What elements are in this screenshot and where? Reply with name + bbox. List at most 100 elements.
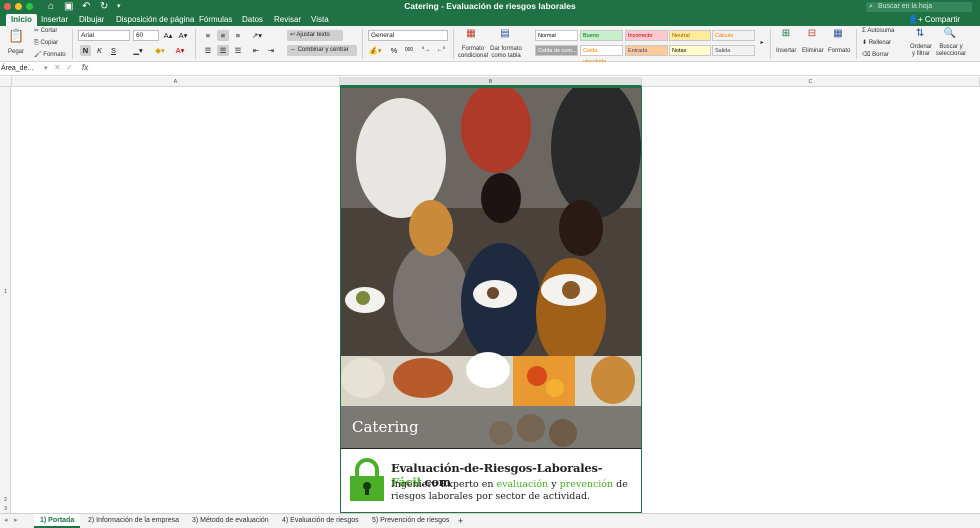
format-painter-button[interactable]: 🖌 Formato: [34, 51, 66, 59]
style-celda-vinculada[interactable]: Celda vinculada: [580, 45, 623, 65]
tab-vista[interactable]: Vista: [306, 14, 334, 26]
sheet-tab-evaluacion[interactable]: 4) Evaluación de riesgos: [276, 514, 365, 528]
orientation-icon[interactable]: ↗▾: [250, 30, 264, 41]
underline-button[interactable]: S: [108, 45, 119, 56]
insert-cells-icon[interactable]: ⊞: [778, 28, 794, 40]
style-bueno[interactable]: Bueno: [580, 30, 623, 41]
fill-button[interactable]: ⬇ Rellenar: [862, 39, 891, 47]
decrease-decimal-icon[interactable]: ←⁰: [435, 45, 447, 56]
format-label[interactable]: Formato: [828, 47, 850, 55]
row-header-3[interactable]: 3: [0, 506, 11, 512]
tab-insertar[interactable]: Insertar: [36, 14, 73, 26]
delete-label[interactable]: Eliminar: [802, 47, 824, 55]
currency-icon[interactable]: 💰▾: [368, 45, 382, 56]
find-select-icon[interactable]: 🔍: [942, 28, 958, 40]
style-celda-comprobacion[interactable]: Celda de com...: [535, 45, 578, 56]
sort-filter-icon[interactable]: ⇅: [912, 28, 928, 40]
title-bar: ⌂ ▣ ↶ ↻ ▾ Catering - Evaluación de riesg…: [0, 0, 980, 13]
brand-prefix: Evaluación-de-Riesgos-Laborales-: [391, 461, 603, 475]
column-header-a[interactable]: A: [12, 77, 340, 87]
style-entrada[interactable]: Entrada: [625, 45, 668, 56]
wrap-text-button[interactable]: ↩ Ajustar texto: [287, 30, 343, 41]
increase-decimal-icon[interactable]: ⁰→: [420, 45, 432, 56]
name-box-dropdown-icon[interactable]: ▾: [44, 64, 48, 72]
sheet-tab-portada[interactable]: 1) Portada: [34, 514, 81, 528]
copy-label: Copiar: [40, 40, 59, 46]
search-sheet-input[interactable]: ⌕ Buscar en la hoja: [866, 2, 972, 12]
decrease-font-icon[interactable]: A▾: [178, 30, 188, 41]
style-calculo[interactable]: Cálculo: [712, 30, 755, 41]
conditional-format-icon[interactable]: ▦: [463, 28, 479, 40]
cancel-entry-icon[interactable]: ✕: [54, 63, 61, 72]
conditional-format-label[interactable]: Formato condicional: [458, 46, 488, 60]
tab-dibujar[interactable]: Dibujar: [74, 14, 109, 26]
row-header-2[interactable]: 2: [0, 497, 11, 503]
style-neutral[interactable]: Neutral: [669, 30, 711, 41]
find-select-label[interactable]: Buscar y seleccionar: [935, 44, 967, 58]
paste-icon[interactable]: 📋: [8, 29, 24, 42]
format-as-table-label[interactable]: Dar formato como tabla: [490, 46, 522, 60]
align-center-icon[interactable]: ☰: [217, 45, 229, 56]
confirm-entry-icon[interactable]: ✓: [66, 63, 73, 72]
sort-filter-label[interactable]: Ordenar y filtrar: [908, 44, 934, 58]
sheet-tab-metodo[interactable]: 3) Método de evaluación: [186, 514, 275, 528]
align-top-icon[interactable]: ≡: [202, 30, 214, 41]
number-format-select[interactable]: General: [368, 30, 448, 41]
merge-center-button[interactable]: ⇔ Combinar y centrar: [287, 45, 357, 56]
paste-label[interactable]: Pegar: [8, 48, 24, 56]
thousands-button[interactable]: 000: [402, 45, 416, 56]
select-all-corner[interactable]: [0, 77, 12, 87]
next-sheet-icon[interactable]: ▸: [14, 514, 18, 528]
align-bottom-icon[interactable]: ≡: [232, 30, 244, 41]
formula-input[interactable]: [96, 63, 976, 74]
increase-font-icon[interactable]: A▴: [163, 30, 173, 41]
share-button[interactable]: 👤+ Compartir: [908, 13, 960, 26]
format-as-table-icon[interactable]: ▤: [497, 28, 513, 40]
cut-button[interactable]: ✂ Cortar: [34, 27, 57, 35]
font-color-icon[interactable]: A▾: [172, 45, 188, 56]
clear-button[interactable]: ⌫ Borrar: [862, 51, 889, 59]
delete-cells-icon[interactable]: ⊟: [804, 28, 820, 40]
row-header-1[interactable]: 1: [0, 289, 11, 295]
style-salida[interactable]: Salida: [712, 45, 755, 56]
style-incorrecto[interactable]: Incorrecto: [625, 30, 668, 41]
autosum-button[interactable]: Σ Autosuma: [862, 27, 894, 35]
font-name-select[interactable]: Arial: [78, 30, 130, 41]
styles-more-icon[interactable]: ▸: [758, 38, 766, 49]
insert-label[interactable]: Insertar: [776, 47, 796, 55]
align-right-icon[interactable]: ☰: [232, 45, 244, 56]
format-cells-icon[interactable]: ▦: [830, 28, 846, 40]
style-notas[interactable]: Notas: [669, 45, 711, 56]
align-middle-icon[interactable]: ≡: [217, 30, 229, 41]
bold-button[interactable]: N: [80, 45, 91, 56]
decrease-indent-icon[interactable]: ⇤: [250, 45, 262, 56]
tab-inicio[interactable]: Inicio: [6, 14, 37, 26]
sheet-tab-informacion[interactable]: 2) Información de la empresa: [82, 514, 185, 528]
scissors-icon: ✂: [34, 28, 41, 34]
tab-revisar[interactable]: Revisar: [269, 14, 306, 26]
font-size-select[interactable]: 60: [133, 30, 159, 41]
tab-datos[interactable]: Datos: [237, 14, 268, 26]
name-box[interactable]: Área_de...: [1, 64, 41, 74]
copy-button[interactable]: ⎘ Copiar: [34, 39, 58, 47]
tagline-keyword-prevencion: prevención: [559, 479, 614, 490]
insert-function-button[interactable]: fx: [82, 63, 88, 72]
fill-color-icon[interactable]: ◆▾: [152, 45, 168, 56]
cover-image[interactable]: Catering Evaluación-de-Riesgos-Laborales…: [340, 87, 642, 513]
sheet-tab-prevencion[interactable]: 5) Prevención de riesgos: [366, 514, 455, 528]
add-sheet-button[interactable]: +: [452, 514, 469, 528]
tagline-part: Ingeniero Experto en: [391, 479, 497, 490]
column-header-b[interactable]: B: [340, 77, 642, 87]
borders-icon[interactable]: ▁▾: [130, 45, 146, 56]
share-label: Compartir: [924, 15, 960, 24]
align-left-icon[interactable]: ☰: [202, 45, 214, 56]
italic-button[interactable]: K: [94, 45, 105, 56]
increase-indent-icon[interactable]: ⇥: [265, 45, 277, 56]
tab-disposicion[interactable]: Disposición de página: [111, 14, 199, 26]
prev-sheet-icon[interactable]: ◂: [4, 514, 8, 528]
style-normal[interactable]: Normal: [535, 30, 578, 41]
catering-photo: [341, 88, 641, 448]
percent-button[interactable]: %: [389, 45, 399, 56]
column-header-c[interactable]: C: [642, 77, 980, 87]
tab-formulas[interactable]: Fórmulas: [194, 14, 237, 26]
